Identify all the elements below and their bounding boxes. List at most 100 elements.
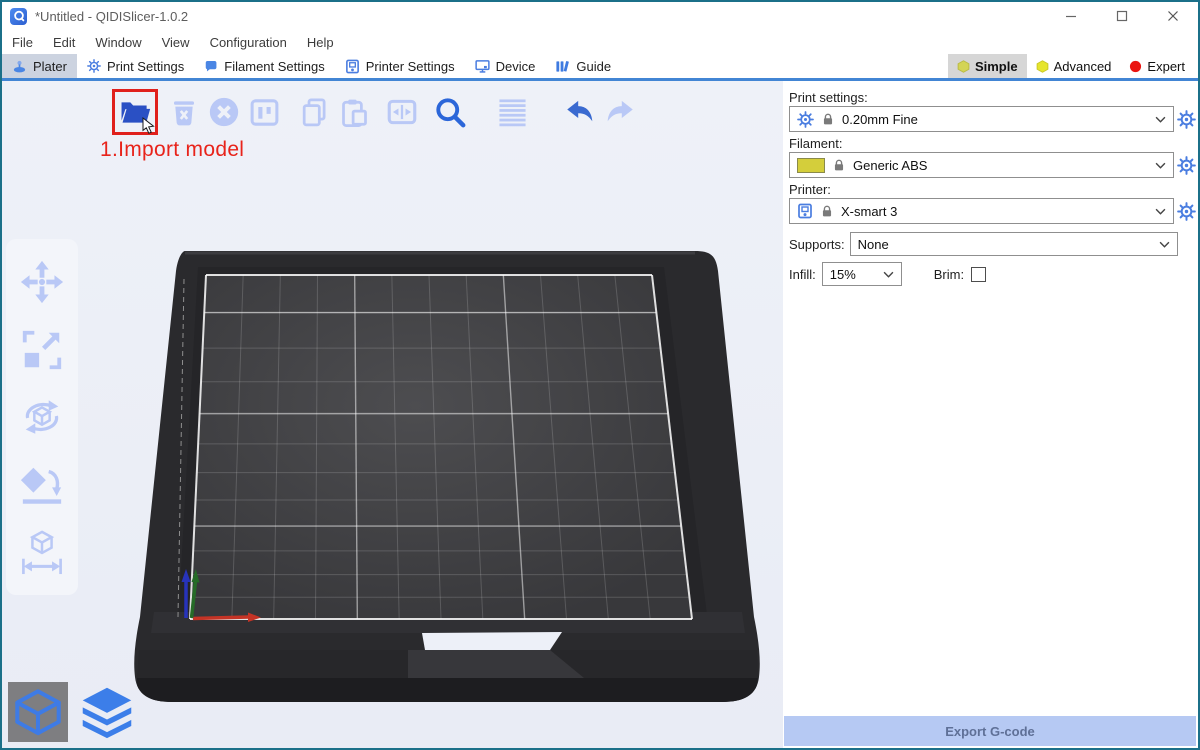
trash-delete-icon — [168, 96, 200, 128]
tab-filament-settings-label: Filament Settings — [224, 59, 324, 74]
gear-icon — [1177, 202, 1196, 221]
tab-printer-settings-label: Printer Settings — [366, 59, 455, 74]
gear-icon — [1177, 110, 1196, 129]
menu-configuration[interactable]: Configuration — [200, 35, 297, 50]
brim-label: Brim: — [934, 267, 964, 282]
infill-combo[interactable]: 15% — [822, 262, 902, 286]
mode-advanced[interactable]: Advanced — [1027, 54, 1121, 78]
filament-value: Generic ABS — [853, 158, 927, 173]
app-logo-icon — [10, 8, 27, 25]
tab-printer-settings[interactable]: Printer Settings — [335, 54, 465, 78]
redo-arrow-icon — [602, 94, 638, 130]
chevron-down-icon — [1155, 162, 1166, 169]
menu-view[interactable]: View — [152, 35, 200, 50]
minimize-button[interactable] — [1058, 6, 1084, 26]
tab-print-settings[interactable]: Print Settings — [77, 54, 194, 78]
copy-button[interactable] — [294, 90, 334, 134]
delete-all-icon — [207, 95, 241, 129]
supports-combo[interactable]: None — [850, 232, 1178, 256]
rotate-tool-button[interactable] — [18, 393, 66, 441]
scale-tool-button[interactable] — [18, 326, 66, 374]
filament-gear-button[interactable] — [1174, 156, 1198, 175]
move-tool-button[interactable] — [18, 258, 66, 306]
copy-icon — [298, 96, 331, 129]
print-settings-combo[interactable]: 0.20mm Fine — [789, 106, 1174, 132]
window-title: *Untitled - QIDISlicer-1.0.2 — [35, 9, 188, 24]
undo-button[interactable] — [560, 90, 600, 134]
measure-tool-button[interactable] — [18, 528, 66, 576]
undo-arrow-icon — [562, 94, 598, 130]
device-icon — [475, 59, 490, 74]
filament-combo[interactable]: Generic ABS — [789, 152, 1174, 178]
search-button[interactable] — [430, 90, 470, 134]
gear-icon — [1177, 156, 1196, 175]
tab-guide-label: Guide — [576, 59, 611, 74]
lock-icon — [821, 112, 835, 126]
chevron-down-icon — [883, 271, 894, 278]
printer-combo[interactable]: X-smart 3 — [789, 198, 1174, 224]
title-bar: *Untitled - QIDISlicer-1.0.2 — [2, 2, 1198, 30]
place-on-face-tool-button[interactable] — [18, 460, 66, 508]
print-settings-gear-button[interactable] — [1174, 110, 1198, 129]
gear-icon — [797, 111, 814, 128]
circle-red-icon — [1129, 60, 1142, 73]
paste-icon — [338, 96, 371, 129]
settings-panel: Print settings: 0.20mm Fine Filament: Ge… — [783, 81, 1198, 748]
plate-grid-surface — [190, 275, 692, 619]
redo-button[interactable] — [600, 90, 640, 134]
printer-gear-button[interactable] — [1174, 202, 1198, 221]
3d-cube-icon — [11, 685, 65, 739]
menu-file[interactable]: File — [2, 35, 43, 50]
chevron-down-icon — [1155, 208, 1166, 215]
maximize-button[interactable] — [1109, 6, 1135, 26]
brim-checkbox[interactable] — [971, 267, 986, 282]
delete-all-button[interactable] — [204, 90, 244, 134]
tab-guide[interactable]: Guide — [545, 54, 621, 78]
tab-device[interactable]: Device — [465, 54, 546, 78]
tab-plater[interactable]: Plater — [2, 54, 77, 78]
print-settings-value: 0.20mm Fine — [842, 112, 918, 127]
arrange-button[interactable] — [244, 90, 284, 134]
arrange-icon — [248, 96, 281, 129]
chevron-down-icon — [1155, 116, 1166, 123]
menu-help[interactable]: Help — [297, 35, 344, 50]
close-button[interactable] — [1160, 6, 1186, 26]
export-gcode-button[interactable]: Export G-code — [784, 716, 1196, 746]
filament-label: Filament: — [789, 136, 1198, 151]
supports-value: None — [858, 237, 889, 252]
supports-label: Supports: — [789, 237, 845, 252]
layers-stack-icon — [79, 684, 135, 740]
lock-icon — [832, 158, 846, 172]
menu-edit[interactable]: Edit — [43, 35, 85, 50]
viewport-3d[interactable]: 1.Import model — [2, 81, 783, 748]
preview-layers-view-button[interactable] — [77, 682, 137, 742]
tab-filament-settings[interactable]: Filament Settings — [194, 54, 334, 78]
mode-simple[interactable]: Simple — [948, 54, 1027, 78]
mode-simple-label: Simple — [975, 59, 1018, 74]
tab-print-settings-label: Print Settings — [107, 59, 184, 74]
lock-icon — [820, 204, 834, 218]
guide-icon — [555, 59, 570, 74]
hexagon-yellow-icon — [1036, 60, 1049, 73]
tab-bar: Plater Print Settings Filament Settings … — [2, 54, 1198, 81]
tray-handle-slit — [422, 632, 562, 650]
delete-button[interactable] — [164, 90, 204, 134]
object-manipulation-toolbar — [6, 239, 78, 595]
menu-bar: File Edit Window View Configuration Help — [2, 30, 1198, 54]
viewport-3d-scene[interactable] — [2, 81, 783, 748]
printer-value: X-smart 3 — [841, 204, 897, 219]
scale-icon — [19, 327, 65, 373]
split-to-objects-button[interactable] — [382, 90, 422, 134]
filament-icon — [204, 59, 218, 73]
rotate-icon — [19, 394, 65, 440]
paste-button[interactable] — [334, 90, 374, 134]
menu-window[interactable]: Window — [85, 35, 151, 50]
move-icon — [19, 259, 65, 305]
mode-expert[interactable]: Expert — [1120, 54, 1194, 78]
plater-icon — [12, 59, 27, 74]
split-objects-icon — [385, 95, 419, 129]
app-window: *Untitled - QIDISlicer-1.0.2 File Edit W… — [0, 0, 1200, 750]
3d-editor-view-button[interactable] — [8, 682, 68, 742]
variable-layer-height-button[interactable] — [492, 90, 532, 134]
plater-toolbar — [112, 89, 640, 135]
